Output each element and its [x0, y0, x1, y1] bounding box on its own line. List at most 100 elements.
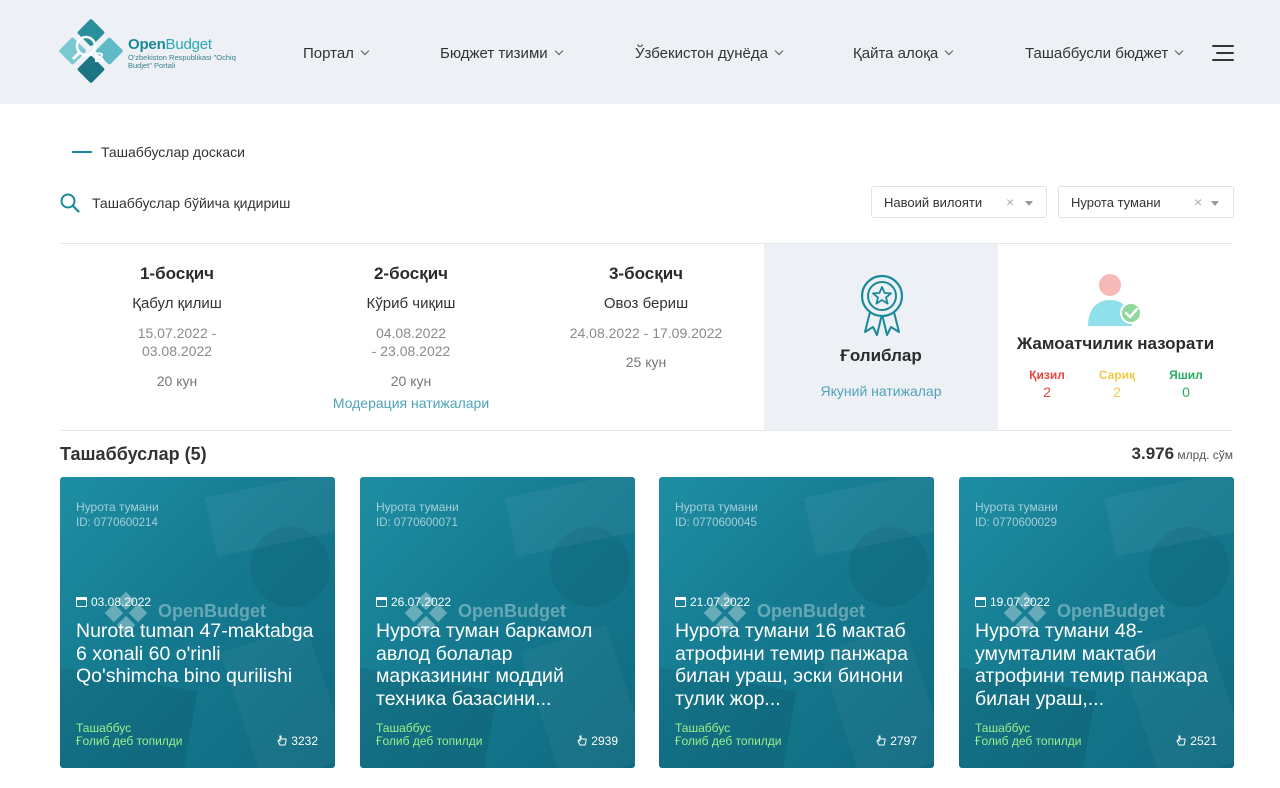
- caret-down-icon: [1025, 201, 1033, 206]
- nav-portal[interactable]: Портал: [303, 43, 370, 63]
- card-region: Нурота тумани: [975, 500, 1058, 514]
- stage-days: 25 кун: [625, 354, 667, 370]
- winners-box[interactable]: Ғолиблар Якуний натижалар: [764, 244, 998, 430]
- search-icon[interactable]: [60, 193, 80, 213]
- initiatives-title: Ташаббуслар (5): [60, 444, 207, 464]
- red-label: Қизил: [1029, 368, 1065, 382]
- card-votes: 2939: [577, 734, 618, 748]
- public-control-box[interactable]: Жамоатчилик назорати Қизил 2 Сариқ 2 Яши…: [998, 244, 1233, 430]
- nav-uzbekistan-world[interactable]: Ўзбекистон дунёда: [635, 43, 784, 63]
- card-id: ID: 0770600029: [975, 517, 1057, 529]
- search-input[interactable]: [92, 190, 532, 216]
- hamburger-menu-icon[interactable]: [1212, 45, 1234, 61]
- chevron-down-icon: [554, 46, 563, 56]
- chevron-down-icon: [774, 46, 784, 56]
- card-id: ID: 0770600045: [675, 517, 757, 529]
- clear-region-icon[interactable]: ×: [1006, 194, 1014, 210]
- medal-star-icon: [860, 274, 904, 336]
- initiative-card[interactable]: Нурота тумани ID: 0770600214 OpenBudget …: [60, 477, 335, 768]
- initiative-card[interactable]: Нурота тумани ID: 0770600029 OpenBudget …: [959, 477, 1234, 768]
- card-region: Нурота тумани: [76, 500, 159, 514]
- card-status: Ташаббус Ғолиб деб топилди: [675, 721, 782, 748]
- control-yellow[interactable]: Сариқ 2: [1087, 368, 1147, 400]
- card-title[interactable]: Нурота тумани 48-умумталим мактаби атроф…: [975, 620, 1223, 710]
- card-title[interactable]: Нурота тумани 16 мактаб атрофини темир п…: [675, 620, 923, 710]
- card-votes: 2797: [876, 734, 917, 748]
- card-region: Нурота тумани: [675, 500, 758, 514]
- card-date: 19.07.2022: [975, 595, 1050, 609]
- chevron-down-icon: [944, 46, 954, 56]
- control-green[interactable]: Яшил 0: [1156, 368, 1216, 400]
- stage-3: 3-босқич Овоз бериш 24.08.2022 - 17.09.2…: [529, 244, 763, 430]
- total-unit: млрд. сўм: [1174, 448, 1233, 462]
- region-select[interactable]: Навоий вилояти ×: [871, 186, 1047, 218]
- card-title[interactable]: Нурота туман баркамол авлод болалар марк…: [376, 620, 624, 710]
- search-bar: [60, 190, 560, 216]
- moderation-results-link[interactable]: Модерация натижалари: [294, 395, 528, 411]
- card-region: Нурота тумани: [376, 500, 459, 514]
- nav-budget-system[interactable]: Бюджет тизими: [440, 43, 563, 63]
- district-select-value: Нурота тумани: [1071, 195, 1161, 210]
- card-date: 26.07.2022: [376, 595, 451, 609]
- nav-feedback[interactable]: Қайта алоқа: [853, 43, 954, 63]
- card-date: 21.07.2022: [675, 595, 750, 609]
- calendar-icon: [76, 597, 87, 607]
- person-check-icon: [1088, 274, 1142, 326]
- stage-days: 20 кун: [156, 373, 198, 389]
- control-title: Жамоатчилик назорати: [1016, 334, 1215, 353]
- initiative-card[interactable]: Нурота тумани ID: 0770600071 OpenBudget …: [360, 477, 635, 768]
- total-value: 3.976: [1131, 444, 1175, 463]
- green-label: Яшил: [1169, 368, 1203, 382]
- initiatives-total: 3.976 млрд. сўм: [1132, 444, 1233, 464]
- svg-text:OpenBudget: OpenBudget: [1057, 601, 1165, 621]
- caret-down-icon: [1211, 201, 1219, 206]
- stage-name: Қабул қилиш: [132, 295, 222, 312]
- top-header: B OpenBudget O'zbekiston Respublikasi "O…: [0, 0, 1280, 104]
- page-title: Ташаббуслар доскаси: [101, 144, 245, 160]
- hand-vote-icon: [876, 735, 886, 746]
- card-votes: 2521: [1176, 734, 1217, 748]
- stage-name: Овоз бериш: [603, 295, 689, 312]
- site-logo[interactable]: B OpenBudget O'zbekiston Respublikasi "O…: [58, 18, 238, 86]
- clear-district-icon[interactable]: ×: [1194, 194, 1202, 210]
- card-id: ID: 0770600071: [376, 517, 458, 529]
- stage-2: 2-босқич Кўриб чиқиш 04.08.2022 - 23.08.…: [294, 244, 528, 430]
- stage-title: 1-босқич: [139, 264, 215, 283]
- winners-title: Ғолиблар: [840, 346, 922, 365]
- district-select[interactable]: Нурота тумани ×: [1058, 186, 1234, 218]
- stage-dates: 04.08.2022 - 23.08.2022: [371, 325, 451, 359]
- yellow-label: Сариқ: [1098, 368, 1136, 382]
- stage-dates: 15.07.2022 - 03.08.2022: [137, 325, 217, 359]
- breadcrumb-line: [72, 151, 92, 153]
- stage-1: 1-босқич Қабул қилиш 15.07.2022 - 03.08.…: [60, 244, 294, 430]
- card-date: 03.08.2022: [76, 595, 151, 609]
- initiative-card[interactable]: Нурота тумани ID: 0770600045 OpenBudget …: [659, 477, 934, 768]
- control-red[interactable]: Қизил 2: [1017, 368, 1077, 400]
- card-status: Ташаббус Ғолиб деб топилди: [975, 721, 1082, 748]
- stage-name: Кўриб чиқиш: [366, 295, 456, 312]
- svg-text:B: B: [94, 49, 104, 65]
- chevron-down-icon: [1174, 46, 1184, 56]
- stages-panel: 1-босқич Қабул қилиш 15.07.2022 - 03.08.…: [60, 243, 1233, 431]
- card-status: Ташаббус Ғолиб деб топилди: [76, 721, 183, 748]
- stage-dates: 24.08.2022 - 17.09.2022: [569, 325, 723, 341]
- svg-text:OpenBudget: OpenBudget: [757, 601, 865, 621]
- open-budget-logo-icon: B: [59, 19, 123, 83]
- svg-text:OpenBudget: OpenBudget: [458, 601, 566, 621]
- stage-title: 2-босқич: [373, 264, 449, 283]
- nav-initiative-budget[interactable]: Ташаббусли бюджет: [1025, 43, 1184, 63]
- yellow-count: 2: [1113, 384, 1121, 400]
- logo-title: OpenBudget: [128, 36, 212, 53]
- breadcrumb: Ташаббуслар доскаси: [72, 144, 245, 160]
- red-count: 2: [1043, 384, 1051, 400]
- calendar-icon: [675, 597, 686, 607]
- card-title[interactable]: Nurota tuman 47-maktabga 6 xonali 60 o'r…: [76, 620, 324, 688]
- card-id: ID: 0770600214: [76, 517, 158, 529]
- chevron-down-icon: [360, 46, 370, 56]
- green-count: 0: [1182, 384, 1190, 400]
- hand-vote-icon: [577, 735, 587, 746]
- hand-vote-icon: [1176, 735, 1186, 746]
- card-votes: 3232: [277, 734, 318, 748]
- final-results-link[interactable]: Якуний натижалар: [764, 383, 998, 399]
- stage-title: 3-босқич: [608, 264, 684, 283]
